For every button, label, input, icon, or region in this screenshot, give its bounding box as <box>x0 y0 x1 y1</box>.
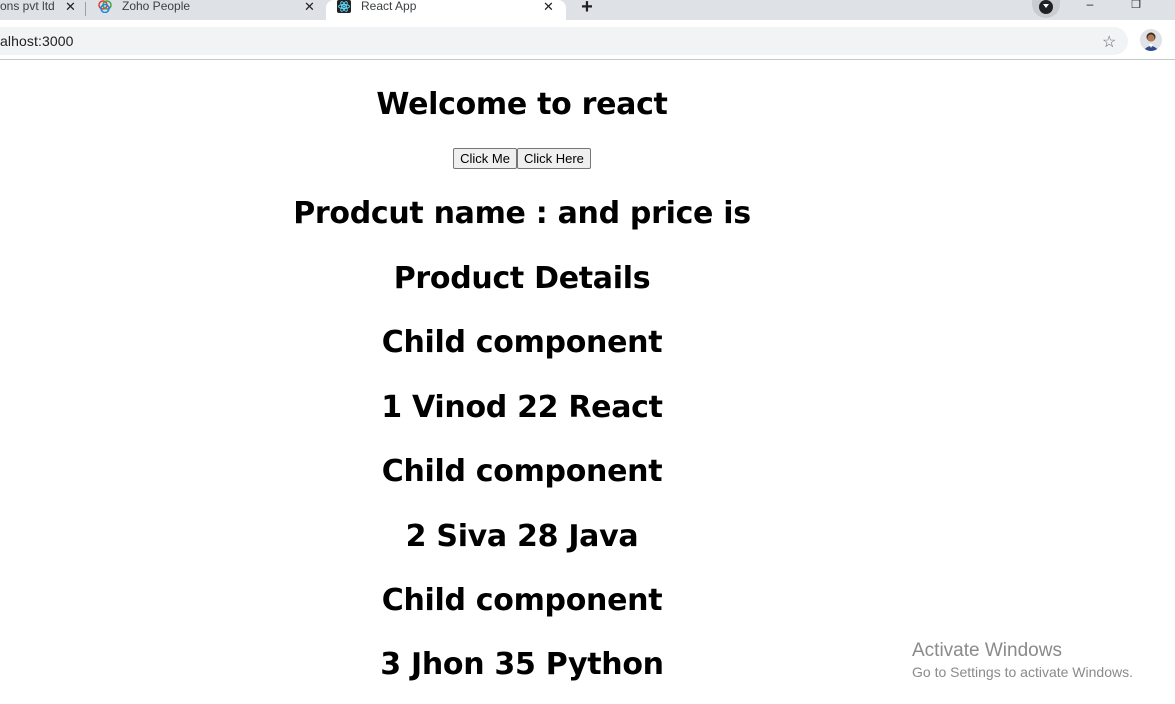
react-favicon-icon <box>337 0 351 13</box>
product-heading: Prodcut name : and price is <box>293 196 751 231</box>
tab-zoho-people[interactable]: Zoho People ✕ <box>87 0 325 20</box>
child-component-heading: Child component <box>381 583 663 618</box>
watermark-subtitle: Go to Settings to activate Windows. <box>912 664 1133 680</box>
tab-title: Zoho People <box>122 0 191 13</box>
child-row: 3 Jhon 35 Python <box>380 647 664 682</box>
browser-toolbar: alhost:3000 ☆ <box>0 20 1175 60</box>
close-icon[interactable]: ✕ <box>65 0 76 13</box>
close-icon[interactable]: ✕ <box>543 0 554 13</box>
activate-windows-watermark: Activate Windows Go to Settings to activ… <box>912 640 1133 681</box>
address-bar[interactable]: alhost:3000 ☆ <box>0 27 1128 55</box>
minimize-button[interactable]: ‒ <box>1080 0 1100 14</box>
profile-avatar[interactable] <box>1140 29 1162 51</box>
child-component-heading: Child component <box>381 454 663 489</box>
product-details-heading: Product Details <box>393 261 651 296</box>
url-text[interactable]: alhost:3000 <box>0 33 74 49</box>
restore-button[interactable]: ❐ <box>1126 0 1146 14</box>
child-row: 2 Siva 28 Java <box>405 519 639 554</box>
watermark-title: Activate Windows <box>912 640 1062 661</box>
tab-strip: ons pvt ltd ✕ Zoho People ✕ React App ✕ … <box>0 0 1175 20</box>
user-avatar-icon <box>1140 29 1162 51</box>
tab-title: React App <box>361 0 417 13</box>
close-icon[interactable]: ✕ <box>304 0 315 13</box>
zoho-favicon-icon <box>98 0 112 13</box>
tab-company[interactable]: ons pvt ltd ✕ <box>0 0 86 20</box>
click-here-button[interactable]: Click Here <box>516 148 591 169</box>
child-component-heading: Child component <box>381 325 663 360</box>
bookmark-star-icon[interactable]: ☆ <box>1102 32 1116 52</box>
child-row: 1 Vinod 22 React <box>381 390 663 425</box>
button-row: Click Me Click Here <box>0 148 1044 169</box>
new-tab-button[interactable]: + <box>572 0 602 20</box>
tab-title: ons pvt ltd <box>0 0 55 13</box>
tab-search-button[interactable] <box>1032 0 1060 18</box>
click-me-button[interactable]: Click Me <box>453 148 517 169</box>
tab-react-app[interactable]: React App ✕ <box>326 0 566 20</box>
chevron-down-icon <box>1039 0 1053 14</box>
tab-separator <box>85 2 86 16</box>
page-title: Welcome to react <box>376 87 668 122</box>
